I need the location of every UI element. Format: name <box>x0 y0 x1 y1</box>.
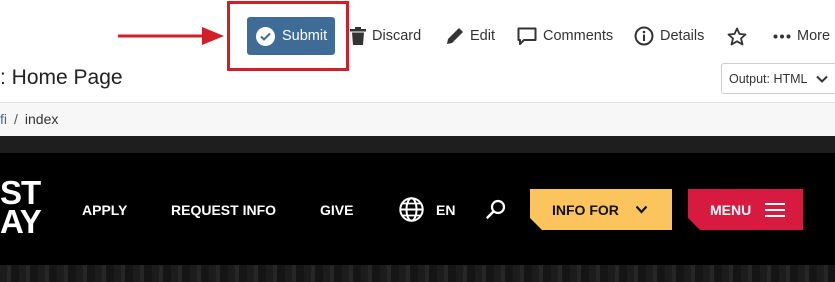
language-selector[interactable]: EN <box>399 197 455 222</box>
search-icon <box>486 199 506 219</box>
chevron-down-icon <box>815 75 828 83</box>
output-select-value: Output: HTML <box>729 71 808 86</box>
hero-image-strip <box>0 265 835 282</box>
breadcrumb-parent-link[interactable]: fi <box>0 111 7 127</box>
discard-button[interactable]: Discard <box>350 25 421 47</box>
favorite-button[interactable] <box>727 25 753 47</box>
ellipsis-icon <box>773 34 791 38</box>
star-icon <box>727 27 747 45</box>
breadcrumb-bar: fi / index <box>0 102 835 136</box>
nav-apply-link[interactable]: APPLY <box>82 202 127 218</box>
logo-line-2: AY <box>0 203 42 240</box>
trash-icon <box>350 27 366 45</box>
submit-label: Submit <box>282 28 328 44</box>
pencil-icon <box>447 28 463 44</box>
site-header: ST AY APPLY REQUEST INFO GIVE EN INFO FO… <box>0 153 835 265</box>
chevron-down-icon <box>635 205 648 214</box>
globe-icon <box>399 197 424 222</box>
info-circle-icon <box>634 26 654 46</box>
language-label: EN <box>436 201 456 218</box>
nav-give-link[interactable]: GIVE <box>320 202 353 218</box>
discard-label: Discard <box>372 28 422 44</box>
hamburger-icon <box>765 202 785 218</box>
edit-button[interactable]: Edit <box>446 25 495 47</box>
page-title: : Home Page <box>0 66 123 89</box>
site-logo[interactable]: ST AY <box>0 176 45 240</box>
info-for-button[interactable]: INFO FOR <box>530 189 672 230</box>
page-preview: ST AY APPLY REQUEST INFO GIVE EN INFO FO… <box>0 136 835 282</box>
details-label: Details <box>660 28 705 44</box>
breadcrumb-separator: / <box>14 111 18 127</box>
menu-button[interactable]: MENU <box>688 189 803 230</box>
more-button[interactable]: More <box>773 25 830 47</box>
menu-label: MENU <box>710 201 752 218</box>
output-select[interactable]: Output: HTML <box>721 63 835 94</box>
nav-request-info-link[interactable]: REQUEST INFO <box>171 202 276 218</box>
edit-label: Edit <box>470 28 495 44</box>
preview-background <box>0 136 835 153</box>
breadcrumb: fi / index <box>0 111 58 127</box>
info-for-label: INFO FOR <box>552 201 619 218</box>
breadcrumb-current: index <box>24 111 59 127</box>
comments-label: Comments <box>543 28 614 44</box>
comments-button[interactable]: Comments <box>517 25 613 47</box>
more-label: More <box>797 28 831 44</box>
arrow-right-icon <box>118 27 224 45</box>
site-search-button[interactable] <box>486 199 506 224</box>
details-button[interactable]: Details <box>634 25 704 47</box>
submit-button[interactable]: Submit <box>247 17 335 55</box>
check-circle-icon <box>256 26 275 46</box>
comment-icon <box>517 27 537 45</box>
